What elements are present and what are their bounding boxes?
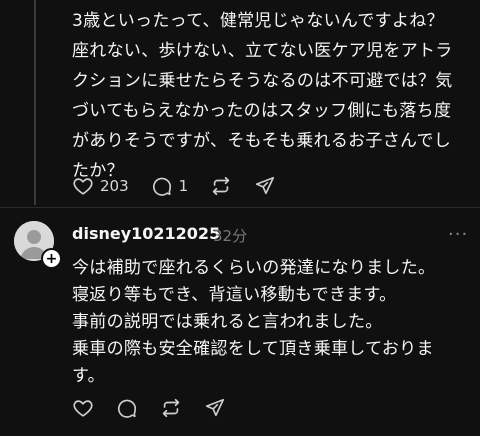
heart-icon [72, 397, 94, 419]
more-options-icon[interactable]: ··· [448, 224, 468, 245]
like-button[interactable] [72, 396, 94, 420]
share-icon [254, 175, 276, 197]
share-button[interactable] [204, 396, 226, 420]
reply-body: 今は補助で座れるくらいの発達になりました。 寝返り等もでき、背這い移動もできます… [72, 258, 436, 386]
comment-button[interactable]: 1 [151, 174, 189, 198]
like-button[interactable]: 203 [72, 174, 129, 198]
heart-icon [72, 175, 94, 197]
repost-button[interactable] [160, 396, 182, 420]
comment-count: 1 [178, 177, 189, 195]
like-count: 203 [100, 177, 129, 195]
comment-icon [151, 175, 173, 197]
reply-actions [72, 396, 248, 420]
comment-icon [116, 397, 138, 419]
repost-icon [160, 397, 182, 419]
timestamp: 32分 [213, 227, 248, 245]
post-divider [0, 207, 480, 208]
share-button[interactable] [254, 174, 276, 198]
follow-button[interactable]: + [41, 248, 62, 269]
thread-line [34, 0, 36, 205]
post-body: 3歳といったって、健常児じゃないんですよね？ 座れない、歩けない、立てない医ケア… [72, 11, 453, 181]
repost-button[interactable] [210, 174, 232, 198]
repost-icon [210, 175, 232, 197]
comment-button[interactable] [116, 396, 138, 420]
post-actions: 203 1 [72, 174, 298, 198]
share-icon [204, 397, 226, 419]
username[interactable]: disney10212025 [72, 224, 220, 243]
